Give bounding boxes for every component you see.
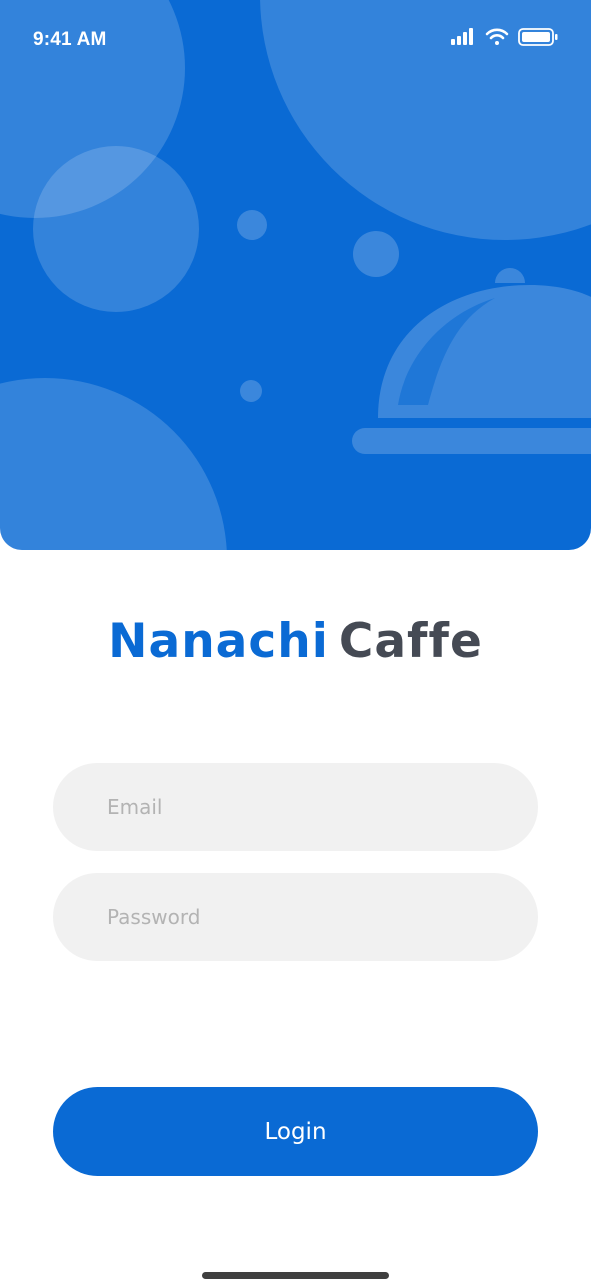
brand-name-primary: Nanachi: [108, 614, 329, 669]
password-field[interactable]: [53, 873, 538, 961]
battery-icon: [518, 28, 558, 46]
brand-name-secondary: Caffe: [338, 614, 483, 669]
email-field[interactable]: [53, 763, 538, 851]
hero-background: [0, 0, 591, 550]
brand-logo: Nanachi Caffe: [0, 612, 591, 672]
login-button[interactable]: Login: [53, 1087, 538, 1176]
cellular-signal-icon: [451, 28, 473, 45]
home-indicator: [202, 1272, 389, 1279]
wifi-icon: [485, 28, 509, 45]
hero-banner: 9:41 AM: [0, 0, 591, 550]
status-time: 9:41 AM: [33, 29, 107, 50]
status-bar: 9:41 AM: [0, 0, 591, 80]
status-icons: [451, 28, 558, 46]
